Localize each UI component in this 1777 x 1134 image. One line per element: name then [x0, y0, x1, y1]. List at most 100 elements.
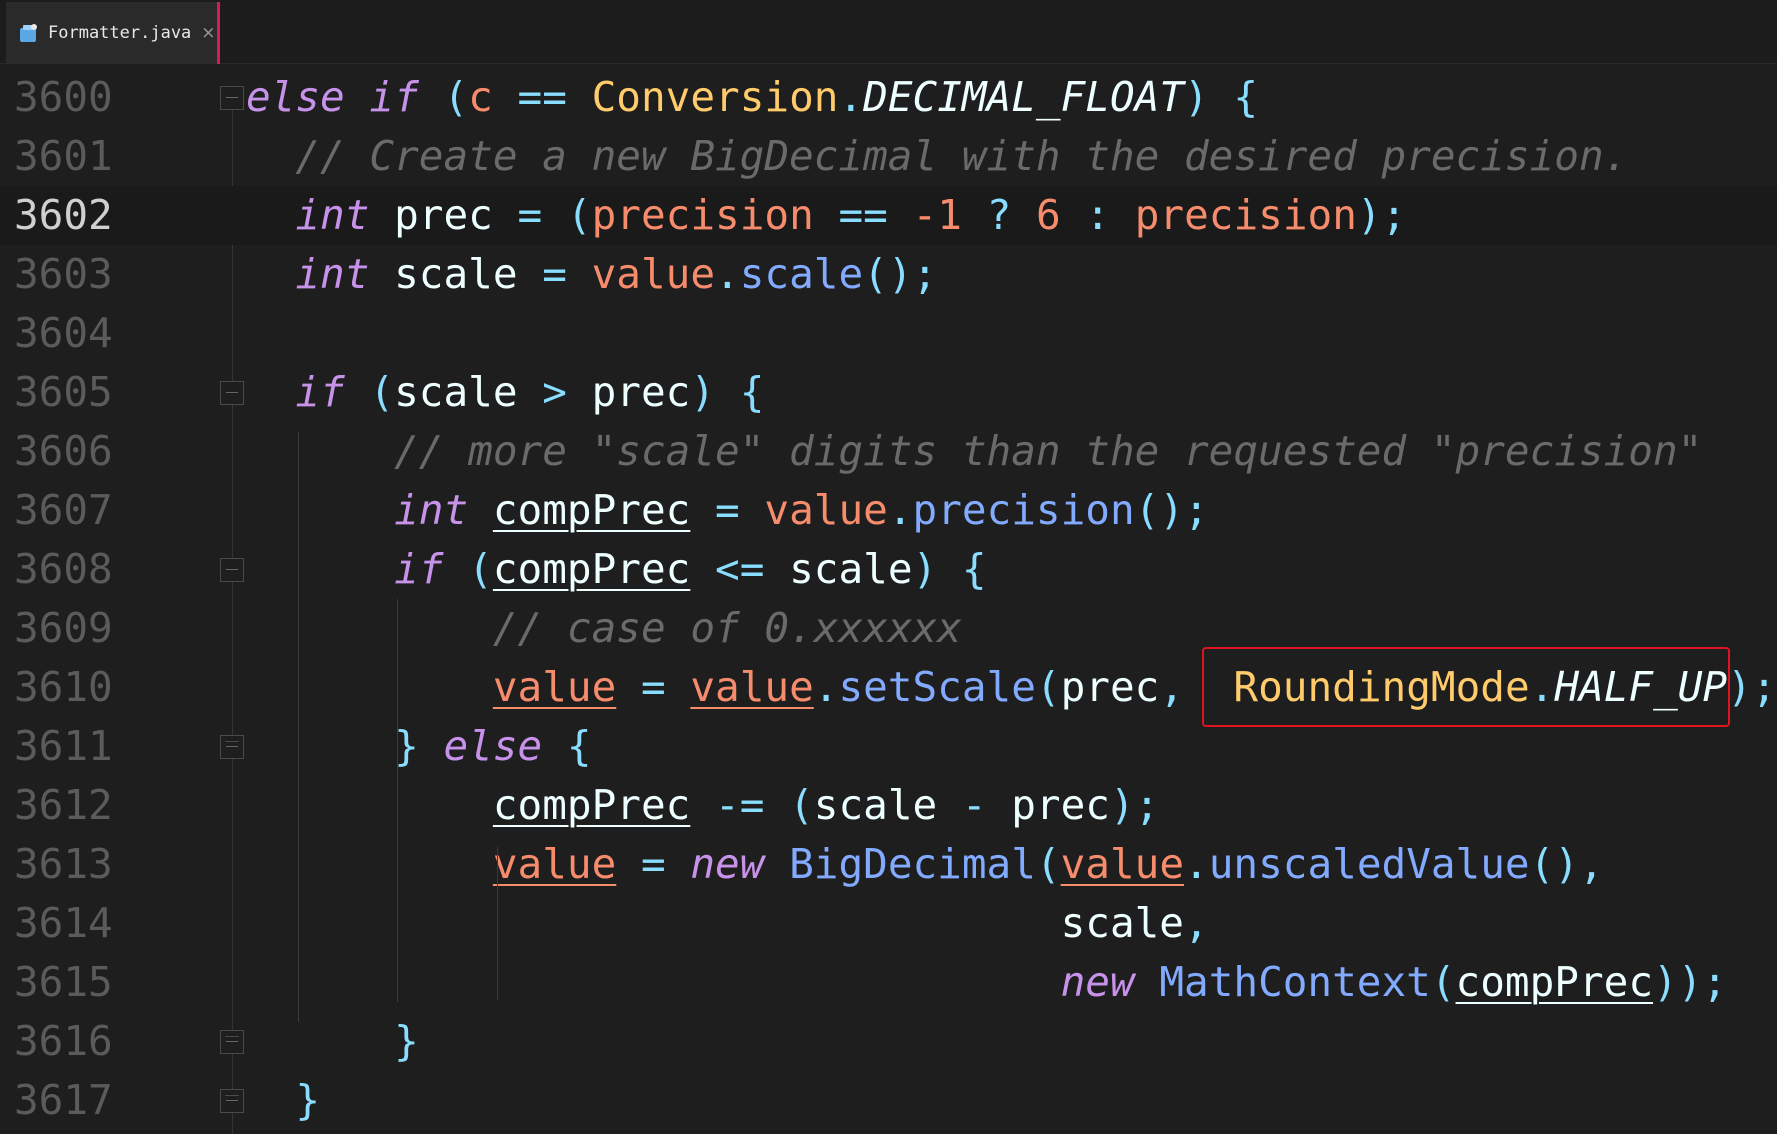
fold-end-icon[interactable] — [220, 1089, 244, 1113]
code-line[interactable]: 3605 if (scale > prec) { — [0, 363, 1777, 422]
code-token: ) — [912, 545, 938, 593]
java-file-icon — [20, 24, 37, 42]
line-number: 3601 — [14, 132, 113, 180]
code-token: . — [715, 250, 740, 298]
code-line[interactable]: 3612 compPrec -= (scale - prec); — [0, 776, 1777, 835]
code-token: > — [542, 368, 567, 416]
code-token: precision — [912, 486, 1135, 534]
editor-tab-bar: Formatter.java × — [0, 0, 1777, 64]
indent-guide — [397, 599, 398, 1002]
fold-end-icon[interactable] — [220, 1030, 244, 1054]
code-token: { — [739, 368, 765, 416]
code-token: Conversion — [591, 73, 839, 121]
code-token: ( — [1430, 958, 1456, 1006]
close-icon[interactable]: × — [201, 23, 215, 43]
code-token: ); — [1727, 663, 1777, 711]
line-number: 3613 — [14, 840, 113, 888]
code-token: . — [1184, 840, 1209, 888]
code-text: } — [246, 1071, 320, 1130]
code-token: = — [640, 663, 666, 711]
line-number: 3608 — [14, 545, 113, 593]
code-line[interactable]: 3604 — [0, 304, 1777, 363]
code-line[interactable]: 3613 value = new BigDecimal(value.unscal… — [0, 835, 1777, 894]
code-line[interactable]: 3606 // more "scale" digits than the req… — [0, 422, 1777, 481]
code-token: compPrec — [492, 545, 691, 593]
code-token: ( — [1035, 840, 1061, 888]
code-token: value — [591, 250, 716, 298]
code-token: ) — [1184, 73, 1209, 121]
code-line[interactable]: 3614 scale, — [0, 894, 1777, 953]
code-token: compPrec — [492, 486, 691, 534]
code-token: = — [715, 486, 740, 534]
fold-end-icon[interactable] — [220, 735, 244, 759]
line-number: 3614 — [14, 899, 113, 947]
fold-toggle-icon[interactable] — [220, 558, 244, 582]
code-token: )); — [1653, 958, 1728, 1006]
code-token: prec — [566, 368, 691, 416]
code-token: scale — [813, 781, 962, 829]
code-token: ( — [789, 781, 814, 829]
code-token: ( — [468, 545, 493, 593]
tab-formatter-java[interactable]: Formatter.java × — [6, 2, 220, 64]
code-token: MathContext — [1159, 958, 1431, 1006]
code-line[interactable]: 3608 if (compPrec <= scale) { — [0, 540, 1777, 599]
code-line[interactable]: 3602 int prec = (precision == -1 ? 6 : p… — [0, 186, 1777, 245]
line-number: 3610 — [14, 663, 113, 711]
code-text: // Create a new BigDecimal with the desi… — [246, 127, 1628, 186]
code-line[interactable]: 3601 // Create a new BigDecimal with the… — [0, 127, 1777, 186]
code-line[interactable]: 3607 int compPrec = value.precision(); — [0, 481, 1777, 540]
code-token: == — [517, 73, 567, 121]
code-line[interactable]: 3603 int scale = value.scale(); — [0, 245, 1777, 304]
code-token: precision — [1134, 191, 1357, 239]
code-token: setScale — [838, 663, 1036, 711]
code-token: , — [1184, 899, 1209, 947]
code-token: else if — [246, 73, 419, 121]
code-text: if (scale > prec) { — [246, 363, 764, 422]
code-token: c — [468, 73, 493, 121]
line-number: 3606 — [14, 427, 113, 475]
code-text: else if (c == Conversion.DECIMAL_FLOAT) … — [246, 68, 1258, 127]
code-token: == — [838, 191, 888, 239]
line-number: 3611 — [14, 722, 113, 770]
code-line[interactable]: 3615 new MathContext(compPrec)); — [0, 953, 1777, 1012]
code-token: (), — [1529, 840, 1604, 888]
code-line[interactable]: 3617 } — [0, 1071, 1777, 1130]
code-token: -1 — [912, 191, 962, 239]
code-line[interactable]: 3616 } — [0, 1012, 1777, 1071]
code-line[interactable]: 3600 else if (c == Conversion.DECIMAL_FLO… — [0, 68, 1777, 127]
fold-toggle-icon[interactable] — [220, 381, 244, 405]
code-token: value — [492, 663, 617, 711]
code-token: } — [295, 1076, 321, 1124]
code-token: DECIMAL_FLOAT — [863, 73, 1185, 121]
code-text: compPrec -= (scale - prec); — [246, 776, 1160, 835]
fold-toggle-icon[interactable] — [220, 86, 244, 110]
code-token: <= — [715, 545, 765, 593]
code-token: compPrec — [1455, 958, 1654, 1006]
code-token: int — [295, 250, 370, 298]
code-token: if — [295, 368, 345, 416]
code-token: 6 — [1035, 191, 1061, 239]
code-editor[interactable]: 3600 else if (c == Conversion.DECIMAL_FLO… — [0, 66, 1777, 1134]
